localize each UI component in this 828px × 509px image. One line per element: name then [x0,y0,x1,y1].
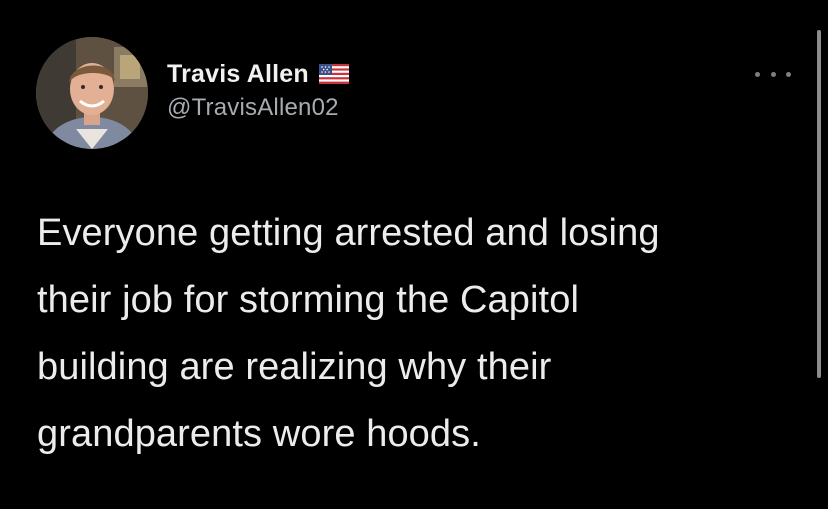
scrollbar[interactable] [817,30,821,378]
more-options-icon [786,71,791,77]
us-flag-icon [318,64,349,84]
more-options-icon [770,71,776,77]
avatar[interactable] [36,37,148,149]
name-row: Travis Allen [167,58,349,90]
user-handle[interactable]: @TravisAllen02 [167,94,349,122]
more-options-button[interactable] [755,64,791,84]
display-name[interactable]: Travis Allen [167,60,309,89]
user-info: Travis Allen @TravisAllen02 [167,58,349,122]
more-options-icon [755,71,760,77]
avatar-image [36,37,148,149]
tweet-text: Everyone getting arrested and losing the… [37,212,660,455]
tweet-card: Travis Allen @TravisAllen02 Everyone get… [0,0,828,509]
